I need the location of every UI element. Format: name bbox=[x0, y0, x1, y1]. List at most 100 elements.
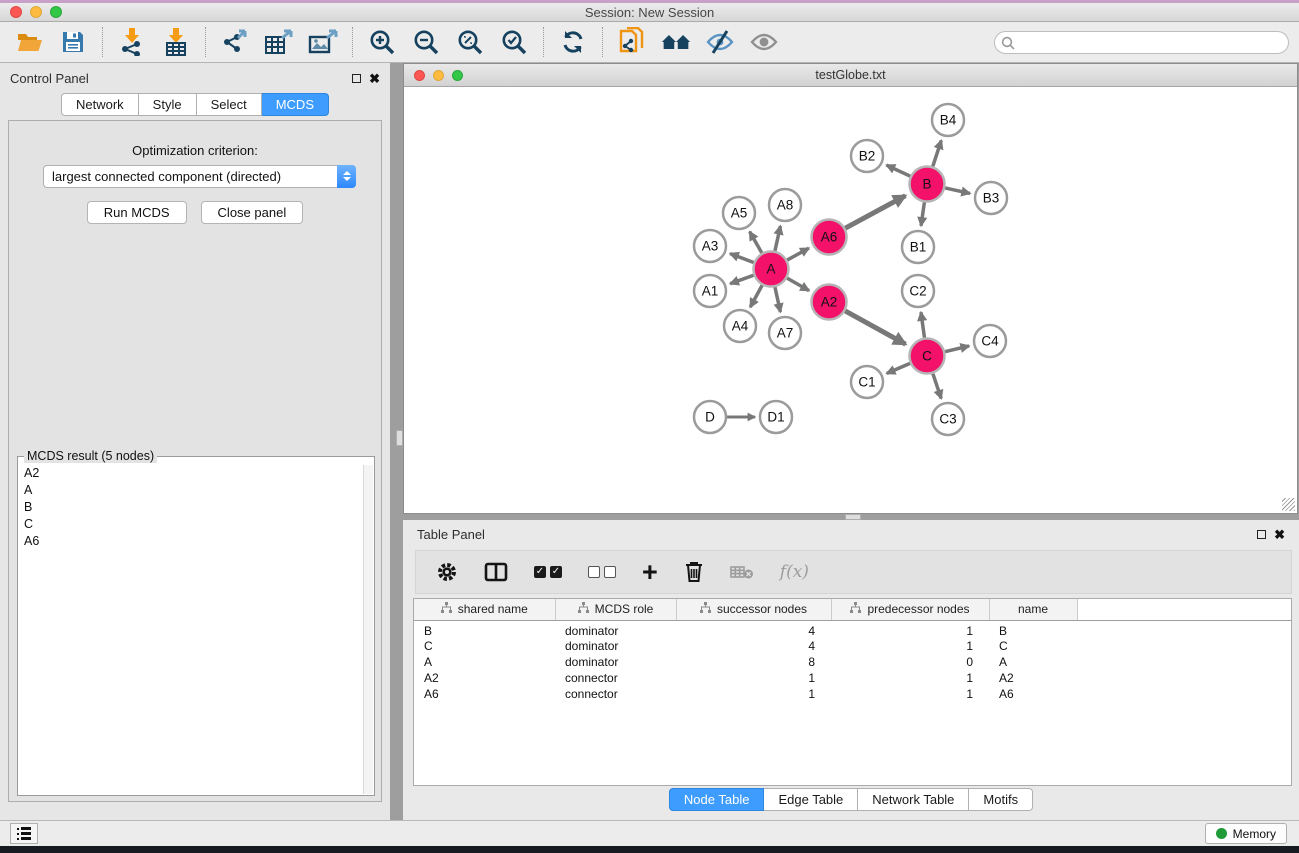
cell-name[interactable]: A6 bbox=[989, 686, 1077, 702]
cell-predecessor-nodes[interactable]: 1 bbox=[831, 620, 989, 638]
column-header-successor-nodes[interactable]: successor nodes bbox=[676, 599, 831, 620]
table-row[interactable]: Cdominator41C bbox=[414, 638, 1292, 654]
tab-edge-table[interactable]: Edge Table bbox=[764, 788, 858, 811]
tab-node-table[interactable]: Node Table bbox=[669, 788, 765, 811]
memory-button[interactable]: Memory bbox=[1205, 823, 1287, 844]
network-node-B2[interactable]: B2 bbox=[851, 140, 883, 172]
run-mcds-button[interactable]: Run MCDS bbox=[87, 201, 187, 224]
network-edge-A-A8[interactable] bbox=[775, 226, 780, 251]
cell-predecessor-nodes[interactable]: 1 bbox=[831, 670, 989, 686]
zoom-out-icon[interactable] bbox=[411, 27, 441, 57]
gear-icon[interactable] bbox=[436, 561, 458, 583]
mcds-result-item[interactable]: A bbox=[19, 482, 365, 499]
network-edge-C-C3[interactable] bbox=[933, 374, 941, 399]
search-input[interactable] bbox=[994, 31, 1289, 54]
network-edge-B-B4[interactable] bbox=[933, 140, 942, 166]
show-graphics-details-icon[interactable] bbox=[749, 27, 779, 57]
network-node-B4[interactable]: B4 bbox=[932, 104, 964, 136]
save-session-icon[interactable] bbox=[58, 27, 88, 57]
column-header-name[interactable]: name bbox=[989, 599, 1077, 620]
network-edge-A-A4[interactable] bbox=[750, 285, 762, 307]
close-table-panel-icon[interactable]: ✖ bbox=[1274, 530, 1285, 539]
network-node-B3[interactable]: B3 bbox=[975, 182, 1007, 214]
float-panel-icon[interactable] bbox=[352, 74, 361, 83]
network-canvas[interactable]: B4B2BB3A8A5A6A3B1AA1C2A2A4A7C4CC1C3DD1 bbox=[404, 87, 1297, 513]
cell-successor-nodes[interactable]: 1 bbox=[676, 670, 831, 686]
network-node-A3[interactable]: A3 bbox=[694, 230, 726, 262]
tab-mcds[interactable]: MCDS bbox=[262, 93, 329, 116]
export-image-icon[interactable] bbox=[308, 27, 338, 57]
network-node-C3[interactable]: C3 bbox=[932, 403, 964, 435]
mcds-result-list[interactable]: A2ABCA6 bbox=[19, 465, 365, 794]
network-edge-A-A7[interactable] bbox=[775, 287, 780, 312]
table-row[interactable]: A6connector11A6 bbox=[414, 686, 1292, 702]
cell-MCDS-role[interactable]: dominator bbox=[555, 638, 676, 654]
cell-predecessor-nodes[interactable]: 0 bbox=[831, 654, 989, 670]
close-panel-icon[interactable]: ✖ bbox=[369, 74, 380, 83]
network-node-A8[interactable]: A8 bbox=[769, 189, 801, 221]
mcds-result-item[interactable]: C bbox=[19, 516, 365, 533]
split-columns-icon[interactable] bbox=[484, 562, 508, 582]
task-history-button[interactable] bbox=[10, 823, 38, 844]
deselect-all-checkboxes-icon[interactable] bbox=[588, 566, 616, 578]
tab-select[interactable]: Select bbox=[197, 93, 262, 116]
cell-name[interactable]: A2 bbox=[989, 670, 1077, 686]
home-icon[interactable] bbox=[661, 27, 691, 57]
tab-network-table[interactable]: Network Table bbox=[858, 788, 969, 811]
float-table-panel-icon[interactable] bbox=[1257, 530, 1266, 539]
cell-predecessor-nodes[interactable]: 1 bbox=[831, 638, 989, 654]
zoom-fit-icon[interactable] bbox=[455, 27, 485, 57]
tab-style[interactable]: Style bbox=[139, 93, 197, 116]
column-header-predecessor-nodes[interactable]: predecessor nodes bbox=[831, 599, 989, 620]
cell-MCDS-role[interactable]: connector bbox=[555, 686, 676, 702]
cell-MCDS-role[interactable]: dominator bbox=[555, 620, 676, 638]
import-network-icon[interactable] bbox=[117, 27, 147, 57]
network-edge-C-C2[interactable] bbox=[921, 312, 925, 337]
mcds-result-item[interactable]: A6 bbox=[19, 533, 365, 550]
add-column-icon[interactable]: + bbox=[642, 562, 658, 582]
network-edge-A6-B[interactable] bbox=[845, 196, 905, 229]
new-network-from-selection-icon[interactable] bbox=[617, 27, 647, 57]
network-edge-B-B2[interactable] bbox=[886, 165, 910, 176]
cell-shared-name[interactable]: A bbox=[414, 654, 555, 670]
zoom-in-icon[interactable] bbox=[367, 27, 397, 57]
network-edge-C-C4[interactable] bbox=[945, 346, 969, 352]
network-graph[interactable]: B4B2BB3A8A5A6A3B1AA1C2A2A4A7C4CC1C3DD1 bbox=[404, 87, 1297, 513]
network-edge-A-A5[interactable] bbox=[750, 232, 762, 253]
select-all-checkboxes-icon[interactable]: ✓✓ bbox=[534, 566, 562, 578]
network-node-D[interactable]: D bbox=[694, 401, 726, 433]
network-node-C1[interactable]: C1 bbox=[851, 366, 883, 398]
result-scrollbar[interactable] bbox=[363, 465, 373, 794]
network-vscroll-stub[interactable] bbox=[396, 430, 403, 446]
zoom-selected-icon[interactable] bbox=[499, 27, 529, 57]
network-node-A5[interactable]: A5 bbox=[723, 197, 755, 229]
mcds-result-item[interactable]: B bbox=[19, 499, 365, 516]
mcds-result-item[interactable]: A2 bbox=[19, 465, 365, 482]
network-node-D1[interactable]: D1 bbox=[760, 401, 792, 433]
network-node-C2[interactable]: C2 bbox=[902, 275, 934, 307]
cell-shared-name[interactable]: C bbox=[414, 638, 555, 654]
cell-name[interactable]: B bbox=[989, 620, 1077, 638]
cell-shared-name[interactable]: A6 bbox=[414, 686, 555, 702]
network-node-A4[interactable]: A4 bbox=[724, 310, 756, 342]
cell-successor-nodes[interactable]: 8 bbox=[676, 654, 831, 670]
network-node-A[interactable]: A bbox=[754, 252, 789, 287]
table-row[interactable]: A2connector11A2 bbox=[414, 670, 1292, 686]
network-node-B[interactable]: B bbox=[910, 167, 945, 202]
network-node-A1[interactable]: A1 bbox=[694, 275, 726, 307]
export-table-icon[interactable] bbox=[264, 27, 294, 57]
cell-successor-nodes[interactable]: 4 bbox=[676, 638, 831, 654]
network-node-C4[interactable]: C4 bbox=[974, 325, 1006, 357]
resize-grip-icon[interactable] bbox=[1282, 498, 1295, 511]
cell-name[interactable]: A bbox=[989, 654, 1077, 670]
cell-name[interactable]: C bbox=[989, 638, 1077, 654]
tab-network[interactable]: Network bbox=[61, 93, 139, 116]
cell-MCDS-role[interactable]: connector bbox=[555, 670, 676, 686]
cell-predecessor-nodes[interactable]: 1 bbox=[831, 686, 989, 702]
cell-shared-name[interactable]: B bbox=[414, 620, 555, 638]
optimization-criterion-select[interactable]: largest connected component (directed) bbox=[43, 165, 356, 188]
cell-successor-nodes[interactable]: 4 bbox=[676, 620, 831, 638]
network-edge-A-A6[interactable] bbox=[787, 248, 809, 260]
network-edge-C-C1[interactable] bbox=[887, 363, 910, 373]
network-edge-B-B1[interactable] bbox=[921, 202, 924, 225]
